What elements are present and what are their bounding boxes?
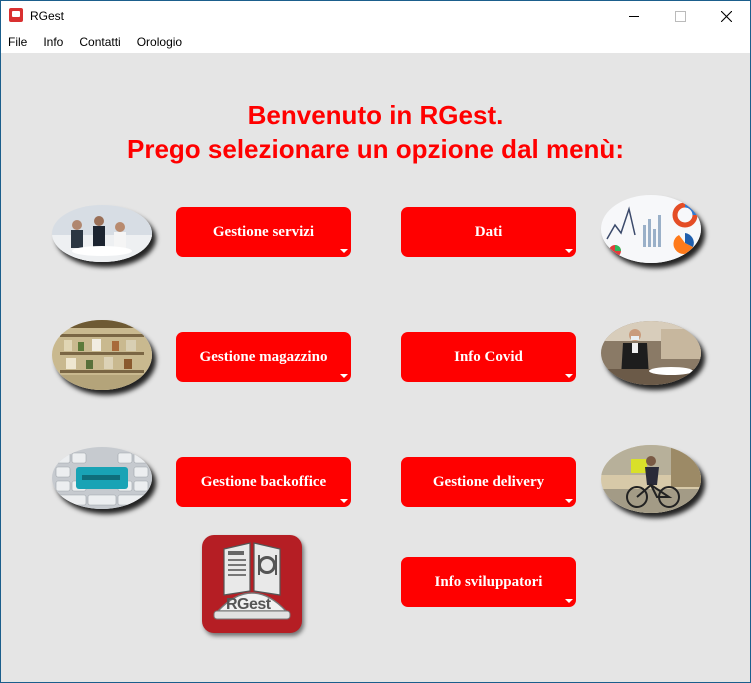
menu-info[interactable]: Info <box>35 31 71 53</box>
gestione-servizi-label: Gestione servizi <box>212 223 315 240</box>
app-icon <box>9 8 23 22</box>
gestione-magazzino-label: Gestione magazzino <box>199 348 328 365</box>
gestione-servizi-button[interactable]: Gestione servizi <box>176 207 351 257</box>
chevron-down-icon <box>565 499 573 503</box>
maximize-icon <box>674 10 686 22</box>
minimize-icon <box>629 15 639 17</box>
welcome-heading: Benvenuto in RGest. <box>247 100 504 130</box>
dati-label: Dati <box>474 223 503 240</box>
gestione-backoffice-label: Gestione backoffice <box>200 473 327 490</box>
instruction-heading: Prego selezionare un opzione dal menù: <box>127 134 624 164</box>
info-covid-button[interactable]: Info Covid <box>401 332 576 382</box>
warehouse-image <box>52 320 152 390</box>
chevron-down-icon <box>565 374 573 378</box>
app-window: RGest File Info Contatti Orologio Benven… <box>0 0 751 683</box>
chevron-down-icon <box>340 374 348 378</box>
menu-bar: File Info Contatti Orologio <box>1 31 750 53</box>
rgest-logo: RGest <box>202 535 302 633</box>
info-sviluppatori-label: Info sviluppatori <box>434 573 543 590</box>
covid-waiter-image <box>601 321 701 385</box>
waiter-staff-image <box>52 205 152 262</box>
gestione-delivery-label: Gestione delivery <box>432 473 545 490</box>
keyboard-image <box>52 447 152 509</box>
delivery-bike-image <box>601 445 701 513</box>
chevron-down-icon <box>565 249 573 253</box>
menu-orologio[interactable]: Orologio <box>129 31 190 53</box>
gestione-delivery-button[interactable]: Gestione delivery <box>401 457 576 507</box>
close-icon <box>720 10 732 22</box>
close-button[interactable] <box>703 1 749 31</box>
dati-button[interactable]: Dati <box>401 207 576 257</box>
menu-file[interactable]: File <box>1 31 35 53</box>
minimize-button[interactable] <box>611 1 657 31</box>
logo-text: RGest <box>226 596 271 613</box>
window-title: RGest <box>30 9 65 23</box>
chevron-down-icon <box>340 499 348 503</box>
maximize-button[interactable] <box>657 1 703 31</box>
menu-contatti[interactable]: Contatti <box>71 31 128 53</box>
chevron-down-icon <box>340 249 348 253</box>
gestione-backoffice-button[interactable]: Gestione backoffice <box>176 457 351 507</box>
info-covid-label: Info Covid <box>454 348 523 365</box>
gestione-magazzino-button[interactable]: Gestione magazzino <box>176 332 351 382</box>
info-sviluppatori-button[interactable]: Info sviluppatori <box>401 557 576 607</box>
charts-image <box>601 195 701 263</box>
chevron-down-icon <box>565 599 573 603</box>
menu-card-icon <box>213 542 291 620</box>
title-bar[interactable]: RGest <box>1 1 750 31</box>
